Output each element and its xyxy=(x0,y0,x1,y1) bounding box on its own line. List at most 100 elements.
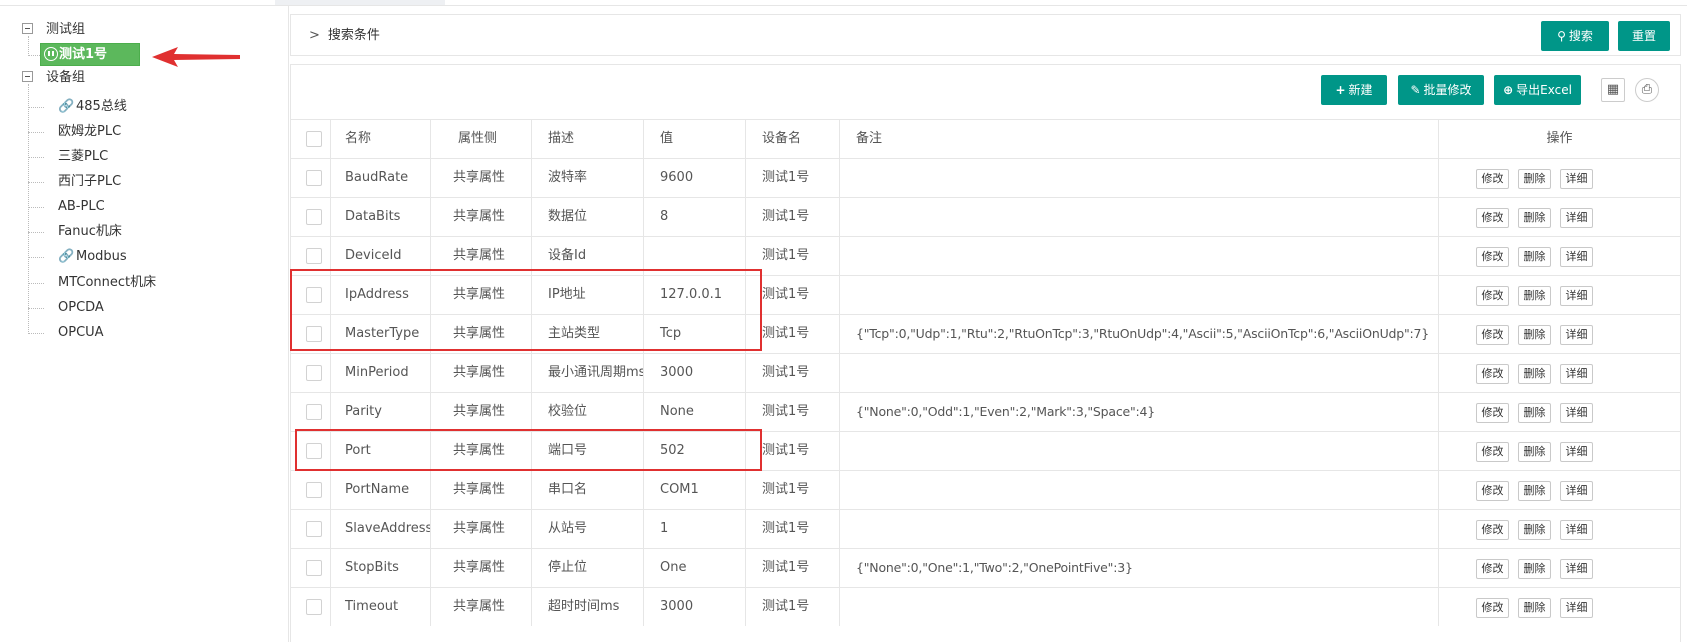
cell-side: 共享属性 xyxy=(431,510,532,548)
row-checkbox[interactable] xyxy=(306,170,322,186)
edit-button[interactable]: 修改 xyxy=(1476,442,1509,462)
tree-item-test1[interactable]: 测试1号 xyxy=(40,43,140,66)
edit-button[interactable]: 修改 xyxy=(1476,598,1509,618)
detail-button[interactable]: 详细 xyxy=(1560,403,1593,423)
detail-button[interactable]: 详细 xyxy=(1560,208,1593,228)
table-row: MinPeriod 共享属性 最小通讯周期ms 3000 测试1号 修改 删除 详细 xyxy=(291,353,1680,392)
detail-button[interactable]: 详细 xyxy=(1560,325,1593,345)
cell-remark xyxy=(840,471,1439,509)
ops-cell: 修改 删除 详细 xyxy=(1439,471,1680,509)
checkbox-cell xyxy=(291,471,331,509)
tree-item-modbus[interactable]: 🔗 Modbus xyxy=(58,246,127,268)
select-all-checkbox[interactable] xyxy=(306,131,322,147)
cell-remark xyxy=(840,237,1439,275)
row-checkbox[interactable] xyxy=(306,209,322,225)
tree-group-test[interactable]: 测试组 xyxy=(46,18,85,37)
header-ops: 操作 xyxy=(1546,131,1573,146)
delete-button[interactable]: 删除 xyxy=(1518,598,1551,618)
delete-button[interactable]: 删除 xyxy=(1518,442,1551,462)
edit-button[interactable]: 修改 xyxy=(1476,364,1509,384)
edit-button[interactable]: 修改 xyxy=(1476,559,1509,579)
cell-side: 共享属性 xyxy=(431,471,532,509)
row-checkbox[interactable] xyxy=(306,560,322,576)
search-toggle[interactable]: > 搜索条件 xyxy=(309,15,380,57)
edit-button[interactable]: 修改 xyxy=(1476,247,1509,267)
search-button[interactable]: ⚲ 搜索 xyxy=(1541,21,1609,51)
row-checkbox[interactable] xyxy=(306,365,322,381)
detail-button[interactable]: 详细 xyxy=(1560,169,1593,189)
tree-item-opcda[interactable]: OPCDA xyxy=(58,297,104,319)
plus-icon: + xyxy=(1335,83,1346,97)
print-icon[interactable]: ⎙ xyxy=(1635,78,1659,102)
edit-button[interactable]: 修改 xyxy=(1476,403,1509,423)
table-row: BaudRate 共享属性 波特率 9600 测试1号 修改 删除 详细 xyxy=(291,158,1680,197)
edit-button[interactable]: 修改 xyxy=(1476,481,1509,501)
delete-button[interactable]: 删除 xyxy=(1518,247,1551,267)
row-checkbox[interactable] xyxy=(306,482,322,498)
edit-button[interactable]: 修改 xyxy=(1476,520,1509,540)
ops-cell: 修改 删除 详细 xyxy=(1439,432,1680,470)
delete-button[interactable]: 删除 xyxy=(1518,559,1551,579)
tree-item-485-bus[interactable]: 🔗 485总线 xyxy=(58,96,127,118)
cell-name: Parity xyxy=(331,393,431,431)
ops-cell: 修改 删除 详细 xyxy=(1439,237,1680,275)
cell-value: 3000 xyxy=(644,354,746,392)
edit-button[interactable]: 修改 xyxy=(1476,208,1509,228)
cell-name: BaudRate xyxy=(331,159,431,197)
detail-button[interactable]: 详细 xyxy=(1560,559,1593,579)
detail-button[interactable]: 详细 xyxy=(1560,286,1593,306)
tree-item-fanuc[interactable]: Fanuc机床 xyxy=(58,221,122,243)
table-row: PortName 共享属性 串口名 COM1 测试1号 修改 删除 详细 xyxy=(291,470,1680,509)
cell-value: 1 xyxy=(644,510,746,548)
red-arrow-annotation xyxy=(152,47,240,67)
row-checkbox[interactable] xyxy=(306,599,322,615)
delete-button[interactable]: 删除 xyxy=(1518,169,1551,189)
active-tab[interactable] xyxy=(275,0,445,5)
cell-device: 测试1号 xyxy=(746,549,840,587)
collapse-icon[interactable] xyxy=(22,71,33,82)
detail-button[interactable]: 详细 xyxy=(1560,364,1593,384)
columns-icon[interactable]: ▦ xyxy=(1601,78,1625,102)
tree-item-ab-plc[interactable]: AB-PLC xyxy=(58,196,105,218)
row-checkbox[interactable] xyxy=(306,404,322,420)
cell-remark xyxy=(840,198,1439,236)
search-icon: ⚲ xyxy=(1557,29,1566,43)
ops-cell: 修改 删除 详细 xyxy=(1439,315,1680,353)
detail-button[interactable]: 详细 xyxy=(1560,520,1593,540)
tree-item-siemens-plc[interactable]: 西门子PLC xyxy=(58,171,121,193)
delete-button[interactable]: 删除 xyxy=(1518,325,1551,345)
cell-name: StopBits xyxy=(331,549,431,587)
pencil-icon: ✎ xyxy=(1410,83,1421,97)
delete-button[interactable]: 删除 xyxy=(1518,286,1551,306)
edit-button[interactable]: 修改 xyxy=(1476,169,1509,189)
collapse-icon[interactable] xyxy=(22,23,33,34)
cell-name: DataBits xyxy=(331,198,431,236)
tree-item-opcua[interactable]: OPCUA xyxy=(58,322,104,344)
delete-button[interactable]: 删除 xyxy=(1518,403,1551,423)
cell-desc: 串口名 xyxy=(532,471,644,509)
cell-name: PortName xyxy=(331,471,431,509)
tree-item-mtconnect[interactable]: MTConnect机床 xyxy=(58,272,156,294)
edit-button[interactable]: 修改 xyxy=(1476,286,1509,306)
delete-button[interactable]: 删除 xyxy=(1518,520,1551,540)
detail-button[interactable]: 详细 xyxy=(1560,247,1593,267)
cell-device: 测试1号 xyxy=(746,510,840,548)
detail-button[interactable]: 详细 xyxy=(1560,442,1593,462)
row-checkbox[interactable] xyxy=(306,521,322,537)
detail-button[interactable]: 详细 xyxy=(1560,481,1593,501)
tree-item-omron-plc[interactable]: 欧姆龙PLC xyxy=(58,121,121,143)
tree-item-mitsubishi-plc[interactable]: 三菱PLC xyxy=(58,146,108,168)
row-checkbox[interactable] xyxy=(306,248,322,264)
delete-button[interactable]: 删除 xyxy=(1518,481,1551,501)
delete-button[interactable]: 删除 xyxy=(1518,364,1551,384)
delete-button[interactable]: 删除 xyxy=(1518,208,1551,228)
cell-name: MinPeriod xyxy=(331,354,431,392)
reset-button[interactable]: 重置 xyxy=(1618,21,1670,51)
tree-group-devices[interactable]: 设备组 xyxy=(46,66,85,85)
detail-button[interactable]: 详细 xyxy=(1560,598,1593,618)
export-excel-button[interactable]: ⊕ 导出Excel xyxy=(1494,75,1581,105)
new-button[interactable]: + 新建 xyxy=(1321,75,1387,105)
edit-button[interactable]: 修改 xyxy=(1476,325,1509,345)
batch-edit-button[interactable]: ✎ 批量修改 xyxy=(1398,75,1484,105)
checkbox-cell xyxy=(291,549,331,587)
